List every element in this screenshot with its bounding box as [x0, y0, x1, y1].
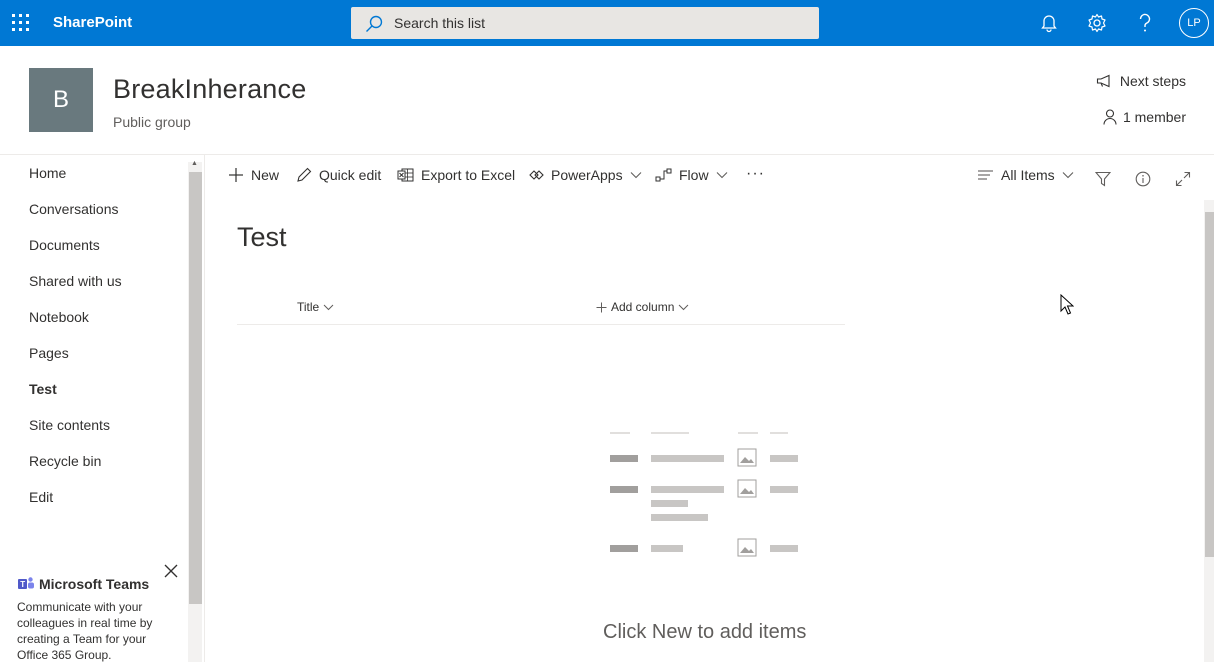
quick-edit-label: Quick edit — [319, 167, 382, 183]
view-label: All Items — [1001, 167, 1055, 183]
plus-icon — [596, 302, 607, 312]
mouse-cursor-icon — [1060, 294, 1074, 315]
svg-text:T: T — [20, 580, 25, 589]
nav-item-test[interactable]: Test — [29, 381, 57, 397]
teams-title-text: Microsoft Teams — [39, 576, 150, 592]
export-label: Export to Excel — [421, 167, 516, 183]
quick-edit-button[interactable]: Quick edit — [296, 163, 381, 187]
person-icon — [1103, 109, 1117, 125]
excel-icon — [397, 168, 414, 182]
chevron-down-icon — [679, 304, 689, 310]
flow-label: Flow — [679, 167, 709, 183]
site-subtitle: Public group — [113, 114, 191, 130]
column-title-label: Title — [297, 300, 320, 314]
add-column-label: Add column — [611, 300, 675, 314]
site-title[interactable]: BreakInherance — [113, 74, 306, 105]
chevron-down-icon — [630, 172, 641, 179]
help-icon[interactable] — [1137, 13, 1153, 33]
view-switcher[interactable]: All Items — [977, 163, 1074, 187]
chevron-down-icon — [323, 304, 334, 310]
nav-item-shared-with-us[interactable]: Shared with us — [29, 273, 122, 289]
column-header-divider — [237, 324, 845, 325]
teams-logo-icon: T — [18, 577, 34, 589]
filter-icon[interactable] — [1095, 167, 1111, 191]
export-to-excel-button[interactable]: Export to Excel — [397, 163, 515, 187]
megaphone-icon — [1096, 74, 1110, 88]
nav-scroll-up-arrow[interactable]: ▲ — [191, 160, 198, 167]
flow-icon — [655, 168, 672, 182]
gear-icon[interactable] — [1087, 13, 1107, 33]
site-logo[interactable]: B — [29, 68, 93, 132]
nav-item-documents[interactable]: Documents — [29, 237, 100, 253]
nav-item-edit[interactable]: Edit — [29, 489, 53, 505]
sharepoint-brand-link[interactable]: SharePoint — [53, 0, 132, 46]
nav-item-home[interactable]: Home — [29, 165, 66, 181]
empty-list-illustration — [610, 432, 798, 557]
teams-promo-title: T Microsoft Teams — [17, 576, 149, 592]
suite-bar: SharePoint LP — [0, 0, 1214, 46]
column-header-title[interactable]: Title — [297, 300, 334, 314]
user-avatar[interactable]: LP — [1179, 8, 1209, 38]
search-input[interactable] — [394, 7, 794, 39]
teams-promo-body: Communicate with your colleagues in real… — [17, 600, 153, 662]
next-steps-label: Next steps — [1119, 73, 1186, 89]
plus-icon — [229, 168, 243, 182]
more-actions-button[interactable]: ··· — [746, 162, 765, 186]
flow-button[interactable]: Flow — [655, 163, 728, 187]
nav-item-site-contents[interactable]: Site contents — [29, 417, 110, 433]
expand-icon[interactable] — [1175, 167, 1191, 191]
pencil-icon — [297, 167, 312, 182]
list-title: Test — [237, 222, 287, 252]
powerapps-icon — [529, 170, 544, 180]
search-icon — [366, 15, 383, 32]
nav-item-conversations[interactable]: Conversations — [29, 201, 119, 217]
new-label: New — [251, 167, 280, 183]
search-box[interactable] — [351, 7, 819, 39]
nav-item-notebook[interactable]: Notebook — [29, 309, 89, 325]
chevron-down-icon — [1062, 172, 1074, 179]
powerapps-label: PowerApps — [551, 167, 623, 183]
chevron-down-icon — [716, 172, 727, 179]
members-button[interactable]: 1 member — [1103, 109, 1186, 125]
powerapps-button[interactable]: PowerApps — [528, 163, 642, 187]
empty-list-message: Click New to add items — [603, 621, 807, 643]
new-button[interactable]: New — [228, 163, 279, 187]
info-icon[interactable] — [1135, 167, 1151, 191]
next-steps-button[interactable]: Next steps — [1096, 73, 1186, 89]
main-scrollbar-thumb[interactable] — [1205, 212, 1214, 557]
bell-icon[interactable] — [1040, 13, 1058, 33]
app-launcher-icon[interactable] — [12, 14, 30, 32]
members-label: 1 member — [1122, 109, 1186, 125]
view-lines-icon — [978, 170, 993, 180]
nav-item-pages[interactable]: Pages — [29, 345, 69, 361]
nav-item-recycle-bin[interactable]: Recycle bin — [29, 453, 101, 469]
add-column-button[interactable]: Add column — [596, 300, 689, 314]
nav-scrollbar-thumb[interactable] — [189, 172, 202, 604]
close-icon[interactable] — [163, 563, 179, 579]
